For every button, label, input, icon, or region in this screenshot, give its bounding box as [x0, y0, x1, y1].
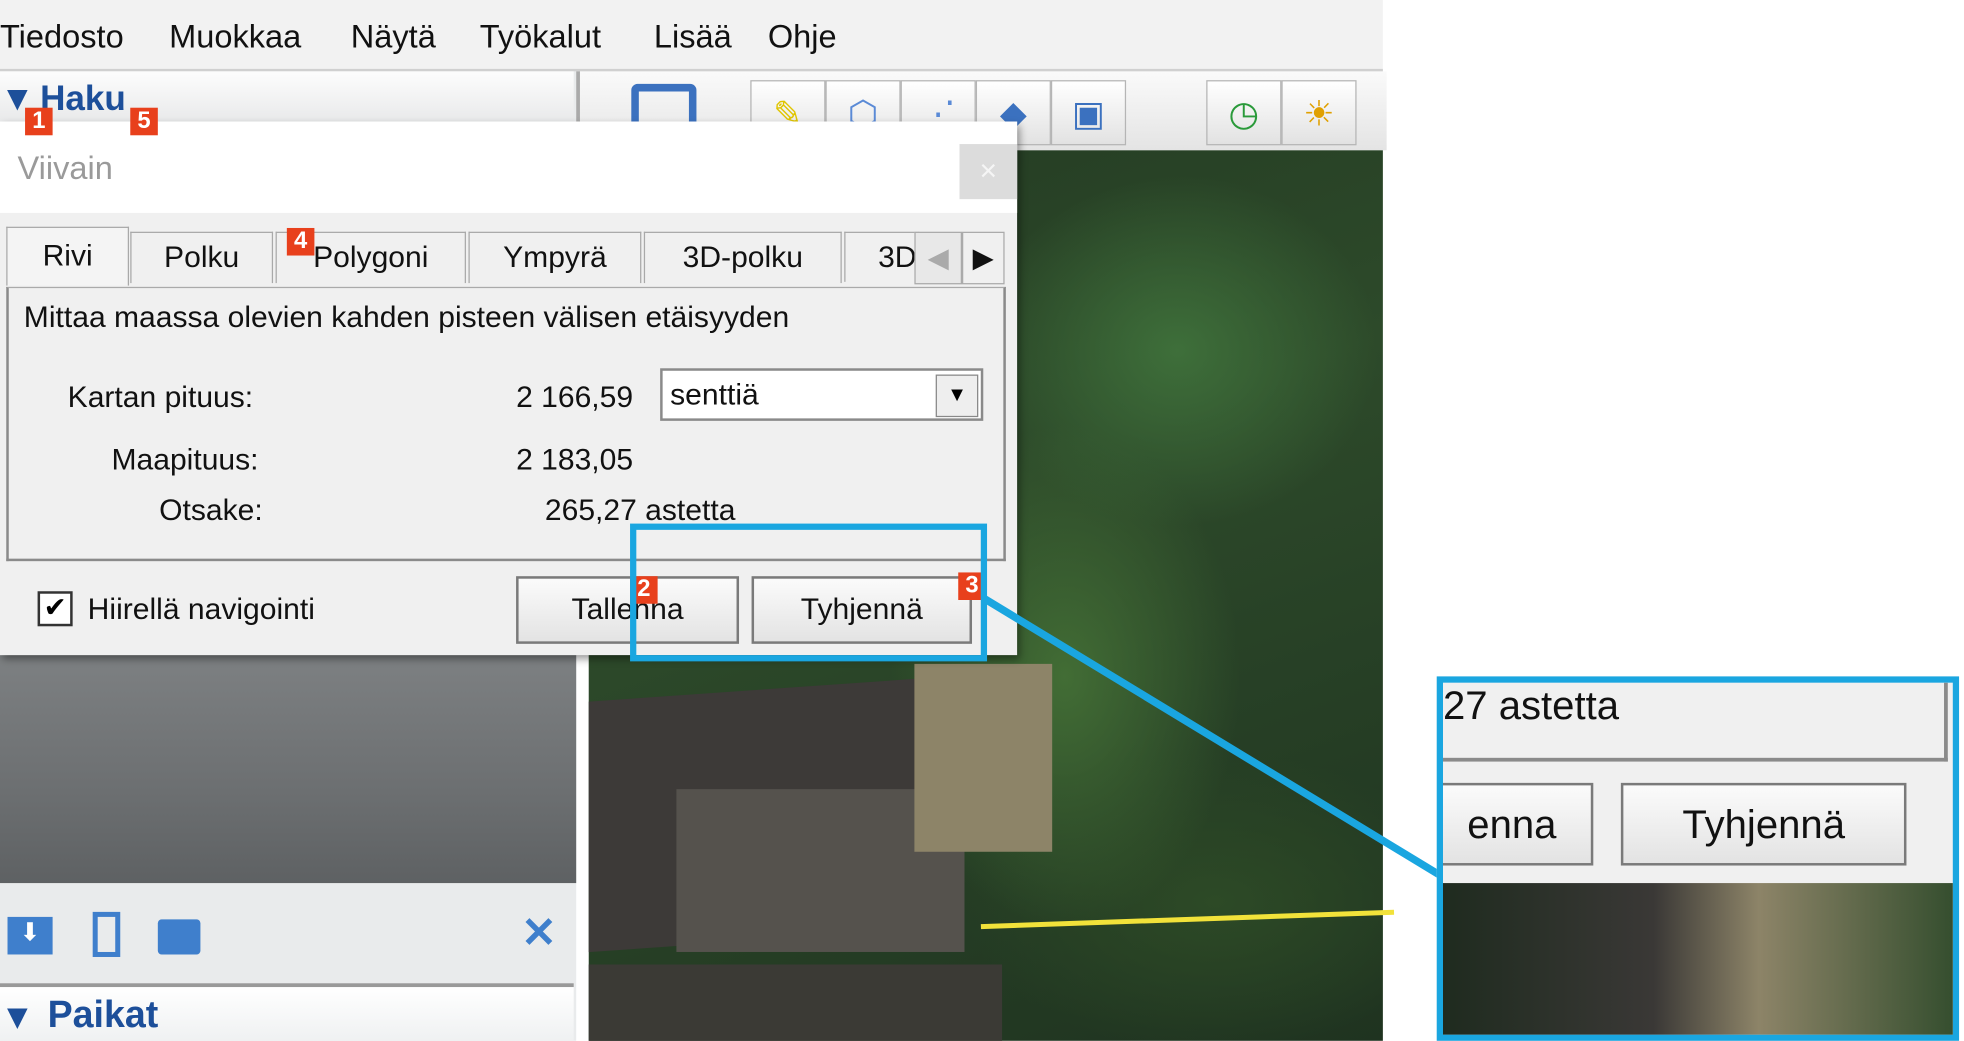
magnified-panel: 27 astetta	[1442, 682, 1948, 762]
magnified-heading-fragment: 27 astetta	[1442, 682, 1620, 728]
callout-magnified-view: 27 astetta enna Tyhjennä	[1436, 676, 1960, 1041]
stage: Tiedosto Muokkaa Näytä Työkalut Lisää Oh…	[0, 0, 1964, 1041]
callout-line	[982, 595, 1449, 883]
magnified-map	[1442, 883, 1953, 1035]
magnified-clear-button: Tyhjennä	[1620, 782, 1907, 866]
magnified-save-button: enna	[1442, 782, 1594, 866]
